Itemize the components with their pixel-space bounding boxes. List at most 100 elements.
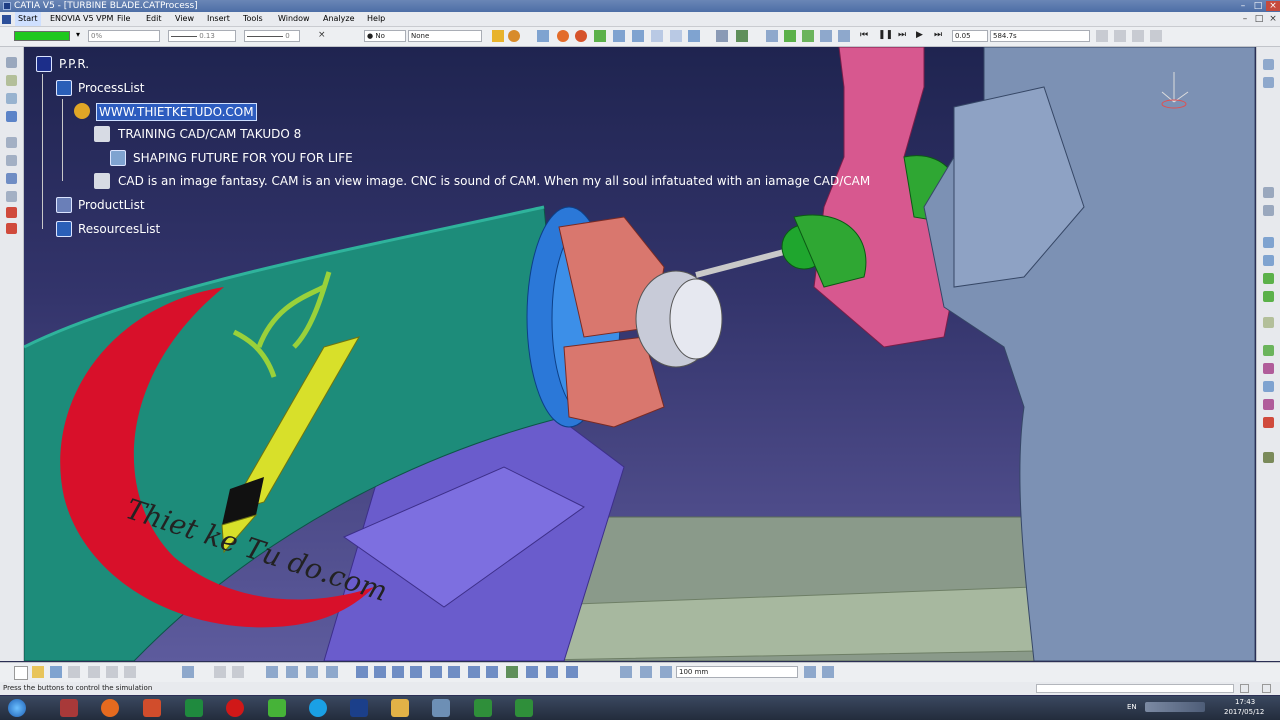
knowledge-icon[interactable] — [232, 666, 244, 678]
normal-view-icon[interactable] — [468, 666, 480, 678]
link-icon[interactable] — [6, 191, 17, 202]
step-field[interactable]: 0.05 — [952, 30, 988, 42]
step-forward-button[interactable]: ⏭ — [898, 30, 906, 40]
sim-options-icon[interactable] — [1096, 30, 1108, 42]
distance-field[interactable]: 100 mm — [676, 666, 798, 678]
resource-icon[interactable] — [6, 93, 17, 104]
replay-icon[interactable] — [1263, 345, 1274, 356]
shading-icon[interactable] — [526, 666, 538, 678]
view-options-icon[interactable] — [820, 30, 832, 42]
clash-bottom-icon[interactable] — [822, 666, 834, 678]
file-explorer-icon[interactable] — [391, 699, 409, 717]
analysis-icon[interactable] — [804, 666, 816, 678]
tree-resources-list[interactable]: ResourcesList — [78, 221, 160, 237]
distance-icon[interactable] — [660, 666, 672, 678]
tree-product-list[interactable]: ProductList — [78, 197, 145, 213]
record-icon[interactable] — [1263, 317, 1274, 328]
zoom-in-icon[interactable] — [430, 666, 442, 678]
status-option-2-icon[interactable] — [1262, 684, 1271, 693]
video-icon[interactable] — [1263, 381, 1274, 392]
measure-icon[interactable] — [1263, 187, 1274, 198]
render-style-field[interactable]: None — [408, 30, 482, 42]
hide-show-icon[interactable] — [546, 666, 558, 678]
fixture-icon[interactable] — [670, 30, 682, 42]
zoom-fit-icon[interactable] — [766, 30, 778, 42]
doc-restore-button[interactable]: □ — [1252, 14, 1266, 24]
color-dropdown-icon[interactable]: ▾ — [76, 30, 80, 39]
iso-view-icon[interactable] — [506, 666, 518, 678]
select-icon[interactable] — [6, 57, 17, 68]
catalog-icon[interactable] — [266, 666, 278, 678]
view-hide-icon[interactable] — [838, 30, 850, 42]
status-option-icon[interactable] — [1240, 684, 1249, 693]
cut-icon[interactable] — [88, 666, 100, 678]
compass-icon[interactable] — [716, 30, 728, 42]
tray-icons[interactable] — [1145, 702, 1205, 712]
tree-process-list[interactable]: ProcessList — [78, 80, 145, 96]
new-icon[interactable] — [14, 666, 28, 680]
camtasia-recorder-icon[interactable] — [515, 699, 533, 717]
process-item-icon[interactable] — [74, 103, 90, 119]
manufacturing-program-icon[interactable] — [613, 30, 625, 42]
clock-date[interactable]: 2017/05/12 — [1224, 708, 1264, 716]
format-painter-icon[interactable] — [508, 30, 520, 42]
plane-icon[interactable] — [1263, 77, 1274, 88]
document-node-icon[interactable] — [110, 150, 126, 166]
activity-icon[interactable] — [6, 155, 17, 166]
multi-view-icon[interactable] — [486, 666, 498, 678]
snap-icon[interactable] — [736, 30, 748, 42]
stock-removal-icon[interactable] — [1263, 363, 1274, 374]
menu-start[interactable]: Start — [15, 12, 41, 26]
color-swatch[interactable] — [14, 31, 70, 41]
menu-enovia[interactable]: ENOVIA V5 VPM — [50, 12, 113, 26]
formula-icon[interactable] — [214, 666, 226, 678]
sequence-icon[interactable] — [6, 173, 17, 184]
delete-icon[interactable] — [6, 207, 17, 218]
tool-node-icon[interactable] — [94, 173, 110, 189]
whats-this-icon[interactable] — [182, 666, 194, 678]
paste-icon[interactable] — [124, 666, 136, 678]
menu-edit[interactable]: Edit — [146, 12, 162, 26]
skype-icon[interactable] — [309, 699, 327, 717]
menu-file[interactable]: File — [117, 12, 130, 26]
stock-icon[interactable] — [651, 30, 663, 42]
measure-item-icon[interactable] — [640, 666, 652, 678]
copy-icon[interactable] — [106, 666, 118, 678]
layer-field[interactable]: ● No — [364, 30, 406, 42]
fit-all-icon[interactable] — [374, 666, 386, 678]
rotate-icon[interactable] — [410, 666, 422, 678]
print-icon[interactable] — [68, 666, 80, 678]
tool-change-icon[interactable] — [575, 30, 587, 42]
sim-video-icon[interactable] — [1114, 30, 1126, 42]
product-icon[interactable] — [6, 111, 17, 122]
painter-icon[interactable] — [492, 30, 504, 42]
axis-icon[interactable] — [1263, 59, 1274, 70]
close-button[interactable]: × — [1266, 1, 1280, 11]
play-button[interactable]: ▶ — [916, 30, 923, 40]
process-icon[interactable] — [6, 137, 17, 148]
open-icon[interactable] — [32, 666, 44, 678]
recorder-icon[interactable] — [143, 699, 161, 717]
mechanism-icon[interactable] — [1263, 255, 1274, 266]
pause-button[interactable]: ❚❚ — [878, 30, 893, 40]
point-symbol-icon[interactable]: × — [318, 30, 326, 40]
window-task-icon[interactable] — [432, 699, 450, 717]
simulation-icon[interactable] — [1263, 273, 1274, 284]
measure-bottom-icon[interactable] — [326, 666, 338, 678]
sim-analysis-icon[interactable] — [1132, 30, 1144, 42]
clash-detect-icon[interactable] — [1263, 417, 1274, 428]
measure-between-icon[interactable] — [620, 666, 632, 678]
save-icon[interactable] — [50, 666, 62, 678]
download-manager-icon[interactable] — [268, 699, 286, 717]
machine-node-icon[interactable] — [94, 126, 110, 142]
ppr-root-icon[interactable] — [36, 56, 52, 72]
toolpath-icon[interactable] — [688, 30, 700, 42]
kinematics-icon[interactable] — [1263, 237, 1274, 248]
tree-quote[interactable]: CAD is an image fantasy. CAM is an view … — [118, 173, 870, 189]
settings-icon[interactable] — [1263, 452, 1274, 463]
product-list-icon[interactable] — [56, 197, 72, 213]
setup-icon[interactable] — [632, 30, 644, 42]
start-button-icon[interactable] — [8, 699, 26, 717]
media-player-icon[interactable] — [60, 699, 78, 717]
camtasia-icon[interactable] — [474, 699, 492, 717]
